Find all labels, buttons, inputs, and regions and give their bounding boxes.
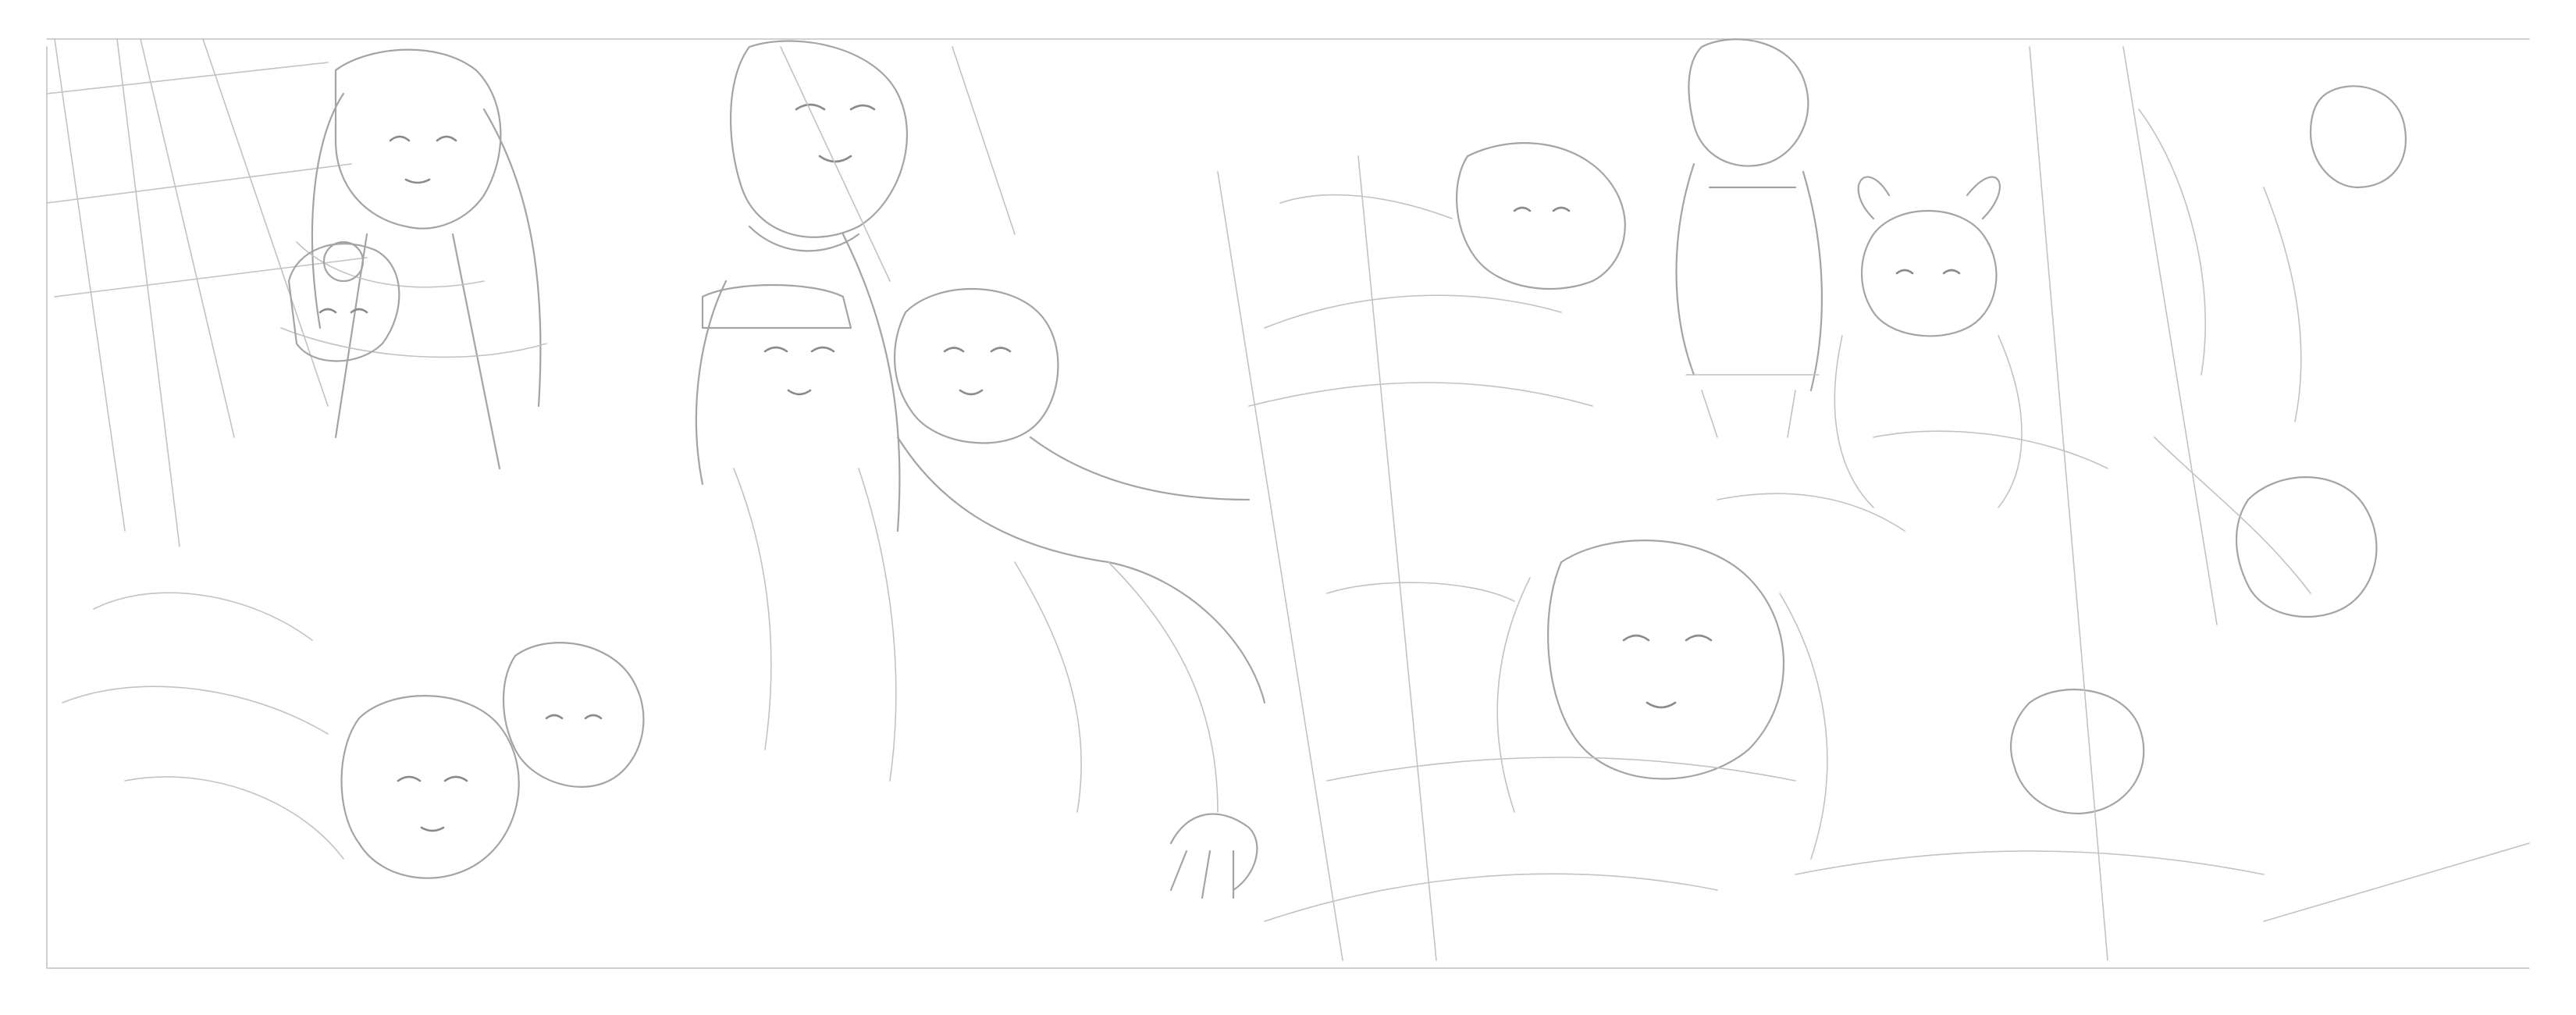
figure-top-left-girl (280, 48, 547, 470)
figure-right-bunny-ears-girl (1834, 176, 2023, 508)
window-frame-left (46, 38, 2530, 969)
figure-center-girl-seated (893, 288, 1266, 813)
bottom-center-hand (1169, 813, 1258, 899)
figure-top-right-standing-girl (1675, 38, 1823, 438)
figure-bottom-left-girls (62, 592, 645, 879)
figure-far-right-group (2010, 85, 2407, 814)
figure-center-left-girl-hat (695, 40, 909, 782)
figure-center-right-girl-large (1496, 540, 1828, 860)
pencil-sketch-illustration (46, 38, 2530, 969)
figure-center-reclining-girl (1248, 142, 1626, 407)
sketch-canvas (0, 0, 2576, 1015)
background-hatching (780, 46, 2530, 961)
